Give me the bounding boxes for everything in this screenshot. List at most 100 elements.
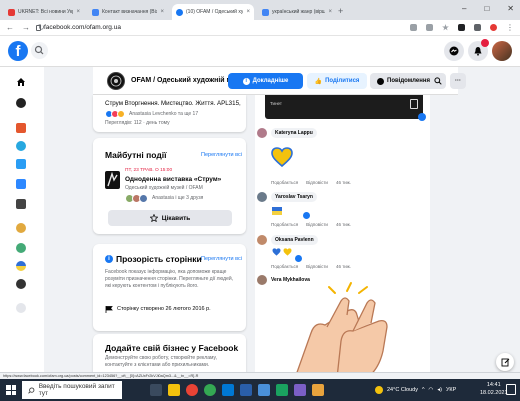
- network-icon[interactable]: ◠: [429, 387, 434, 393]
- new-message-button[interactable]: [496, 353, 514, 371]
- maximize-button[interactable]: □: [484, 4, 489, 13]
- shortcut-avatar[interactable]: [16, 223, 26, 233]
- word-icon[interactable]: [240, 384, 252, 396]
- marketplace-icon[interactable]: [16, 159, 26, 169]
- groups-icon[interactable]: [16, 141, 26, 151]
- close-tab-icon[interactable]: ×: [246, 9, 250, 15]
- extension-icon[interactable]: [410, 24, 417, 31]
- app-icon[interactable]: [258, 384, 270, 396]
- commenter-avatar[interactable]: [257, 128, 267, 138]
- details-label: Докладніше: [252, 78, 289, 84]
- commenter-name[interactable]: Oksana Pavlenn: [271, 235, 318, 245]
- interested-button[interactable]: Цікавить: [108, 210, 232, 226]
- reactions-text: Anastasia Levchenko та ще 17: [129, 110, 199, 117]
- action-center-icon[interactable]: [506, 384, 516, 395]
- browser-tab[interactable]: український жанр (вірш) - Пош ×: [258, 4, 336, 20]
- ukraine-flag-avatar[interactable]: [16, 261, 26, 271]
- apps-grid-icon[interactable]: [16, 199, 26, 209]
- edit-shortcuts-icon[interactable]: [16, 303, 26, 313]
- like-comment-link[interactable]: Подобається: [271, 222, 298, 227]
- heart-sticker: [271, 147, 293, 167]
- details-button[interactable]: i Докладніше: [228, 73, 303, 89]
- extensions-puzzle-icon[interactable]: [474, 24, 481, 31]
- task-view-icon[interactable]: [150, 384, 162, 396]
- windows-start-icon[interactable]: [6, 385, 16, 395]
- reply-comment-link[interactable]: Відповісти: [306, 264, 328, 269]
- tray-arrow-icon[interactable]: ^: [422, 387, 425, 393]
- commenter-name[interactable]: Kateryna Lappu: [271, 128, 317, 138]
- app-icon[interactable]: [312, 384, 324, 396]
- reply-comment-link[interactable]: Відповісти: [306, 222, 328, 227]
- reactions-row[interactable]: Anastasia Levchenko та ще 17: [105, 110, 198, 118]
- home-icon[interactable]: [16, 77, 26, 87]
- weather-icon[interactable]: [375, 386, 383, 394]
- close-tab-icon[interactable]: ×: [160, 9, 164, 15]
- new-tab-button[interactable]: +: [338, 6, 343, 16]
- events-see-all-link[interactable]: Переглянути всі: [201, 152, 242, 158]
- business-description: Демонструйте свою роботу, створюйте рекл…: [105, 355, 217, 368]
- page-search-button[interactable]: [430, 73, 446, 89]
- weather-text[interactable]: 24°C Cloudy: [387, 387, 418, 393]
- extension-icon[interactable]: [426, 24, 433, 31]
- opera-icon[interactable]: [186, 384, 198, 396]
- chrome-icon[interactable]: [204, 384, 216, 396]
- bookmark-star-icon[interactable]: [442, 24, 449, 31]
- browser-tab-active[interactable]: (10) OFAM / Одеський художні м ×: [172, 4, 254, 20]
- search-icon[interactable]: [31, 42, 48, 59]
- notifications-bell-icon[interactable]: [468, 39, 489, 61]
- forward-arrow-icon[interactable]: →: [22, 23, 30, 32]
- file-explorer-icon[interactable]: [168, 384, 180, 396]
- transparency-see-all-link[interactable]: Переглянути всі: [201, 256, 242, 262]
- reply-comment-link[interactable]: Відповісти: [306, 180, 328, 185]
- facebook-logo-icon[interactable]: f: [8, 41, 28, 61]
- shortcut-avatar[interactable]: [16, 279, 26, 289]
- post-title[interactable]: Струм Вторгнення. Мистецтво. Життя. APL3…: [105, 100, 243, 107]
- messenger-icon[interactable]: [444, 41, 464, 61]
- volume-icon[interactable]: ◂): [437, 387, 442, 393]
- event-title[interactable]: Одноденна виставка «Струм»: [125, 176, 221, 183]
- profile-avatar-icon[interactable]: [490, 24, 497, 31]
- comment: Kateryna Lappu: [257, 128, 317, 138]
- page-shortcut-icon[interactable]: [16, 98, 26, 108]
- like-comment-link[interactable]: Подобається: [271, 180, 298, 185]
- commenter-avatar[interactable]: [257, 235, 267, 245]
- interested-label: Цікавить: [161, 214, 191, 222]
- page-avatar[interactable]: [107, 71, 125, 90]
- tab-favicon-icon: [8, 8, 15, 16]
- shortcut-avatar[interactable]: [16, 243, 26, 253]
- close-tab-icon[interactable]: ×: [328, 9, 332, 15]
- minimize-button[interactable]: –: [462, 4, 466, 13]
- excel-icon[interactable]: [276, 384, 288, 396]
- close-tab-icon[interactable]: ×: [76, 9, 80, 15]
- share-button[interactable]: 👍 Поділитися: [307, 73, 367, 89]
- browser-tab[interactable]: Контакт визначання (Візди конт ×: [88, 4, 168, 20]
- taskbar-search-box[interactable]: Введіть пошуковий запит тут: [22, 381, 122, 399]
- edge-icon[interactable]: [222, 384, 234, 396]
- commenter-avatar[interactable]: [257, 192, 267, 202]
- back-arrow-icon[interactable]: ←: [6, 23, 14, 32]
- browser-menu-icon[interactable]: ⋮: [506, 23, 514, 32]
- like-comment-link[interactable]: Подобається: [271, 264, 298, 269]
- app-icon[interactable]: [294, 384, 306, 396]
- browser-tab[interactable]: UKRNET: Всі новини України, п ×: [4, 4, 84, 20]
- watch-icon[interactable]: [16, 179, 26, 189]
- share-video-icon[interactable]: [410, 99, 418, 109]
- video-player[interactable]: Тинет: [265, 95, 426, 121]
- commenter-avatar[interactable]: [257, 275, 267, 285]
- facebook-top-bar: f: [0, 36, 520, 67]
- account-avatar[interactable]: [492, 41, 512, 61]
- extension-icon[interactable]: [458, 24, 465, 31]
- message-button[interactable]: Повідомлення: [370, 73, 437, 89]
- event-going-row: Anastasia і ще 3 друзя: [125, 194, 203, 203]
- url-field[interactable]: facebook.com/ofam.org.ua: [36, 22, 121, 34]
- window-controls: – □ ✕: [462, 4, 514, 13]
- taskbar-clock[interactable]: 14:41 18.02.2021: [480, 381, 508, 397]
- language-indicator[interactable]: УКР: [446, 387, 456, 393]
- close-window-button[interactable]: ✕: [507, 4, 514, 13]
- commenter-name[interactable]: Yaroslav Tsaryn: [271, 192, 317, 202]
- more-options-button[interactable]: ···: [450, 73, 466, 89]
- search-icon: [28, 386, 35, 394]
- post-comments-feed: Тинет Kateryna Lappu Подобається Відпові…: [255, 95, 430, 378]
- flag-icon[interactable]: [16, 123, 26, 133]
- event-thumbnail[interactable]: [105, 171, 120, 189]
